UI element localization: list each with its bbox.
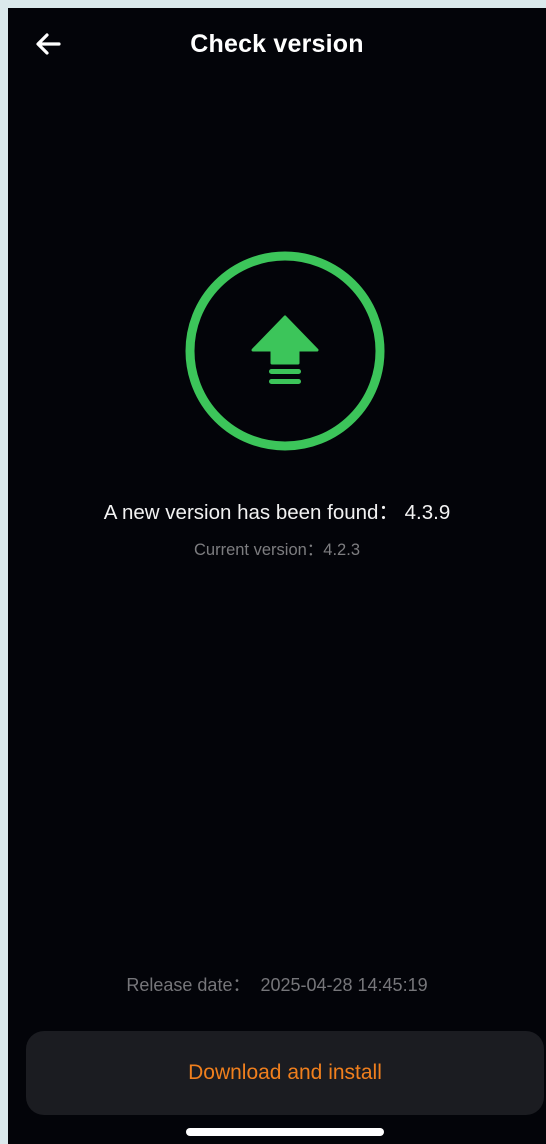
- release-date-label: Release date：: [126, 975, 251, 995]
- page-title: Check version: [190, 30, 364, 58]
- release-date-text: Release date： 2025-04-28 14:45:19: [8, 971, 546, 997]
- app-screen: Check version A new version has been fou…: [8, 8, 546, 1144]
- top-bar: Check version: [8, 8, 546, 80]
- download-install-label: Download and install: [188, 1061, 382, 1084]
- current-version-number: 4.2.3: [323, 541, 360, 559]
- new-version-text: A new version has been found： 4.3.9: [8, 495, 546, 525]
- download-install-button[interactable]: Download and install: [26, 1031, 544, 1115]
- upload-arrow-icon: [185, 251, 385, 451]
- release-date-value: 2025-04-28 14:45:19: [260, 975, 428, 995]
- current-version-text: Current version：4.2.3: [8, 536, 546, 560]
- new-version-number: 4.3.9: [404, 501, 451, 524]
- home-indicator[interactable]: [186, 1128, 384, 1136]
- new-version-label: A new version has been found：: [103, 501, 399, 524]
- current-version-label: Current version：: [194, 541, 324, 559]
